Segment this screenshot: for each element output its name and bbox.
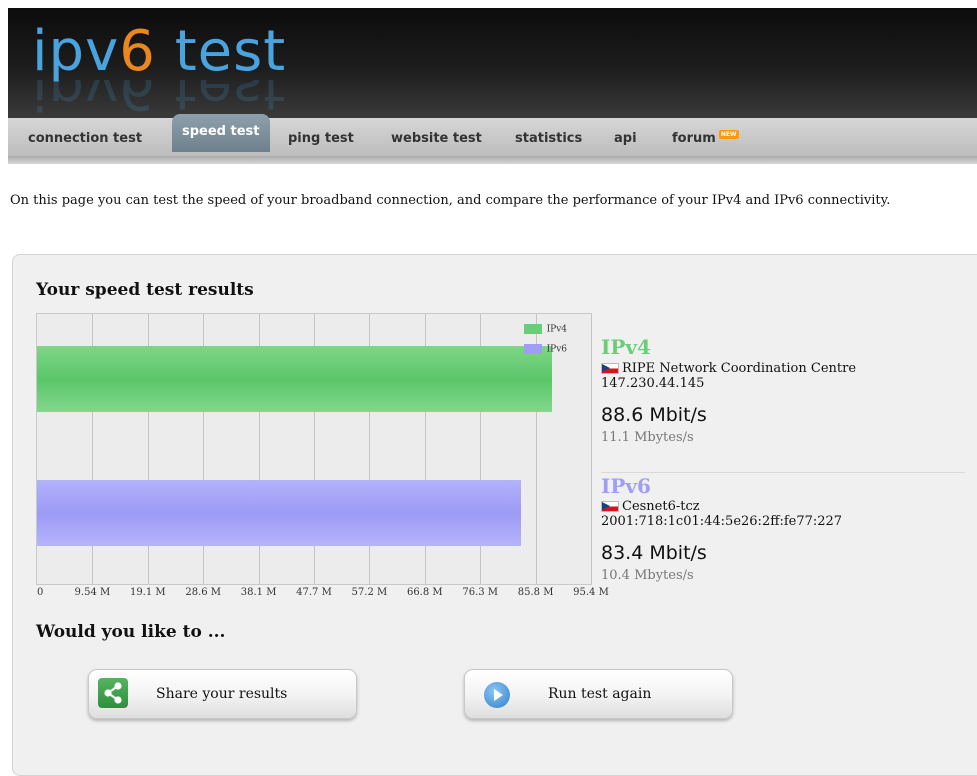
legend-swatch-ipv4 [523,324,542,334]
x-tick-label: 19.1 M [129,587,166,598]
ipv4-speed: 88.6 Mbit/s [601,404,707,426]
ipv4-provider: RIPE Network Coordination Centre [601,361,856,376]
bar-ipv4 [37,346,552,412]
nav-shadow [8,156,977,164]
site-logo[interactable]: ipv6 test [32,22,286,82]
legend-label-ipv6: IPv6 [546,344,567,355]
czech-flag-icon [601,501,619,512]
ipv6-bytes: 10.4 Mbytes/s [601,568,694,583]
x-tick-label: 47.7 M [296,587,332,598]
tab-forum[interactable]: forum NEW [672,118,739,156]
share-results-button[interactable]: Share your results [88,669,357,719]
tab-connection-test[interactable]: connection test [28,118,142,156]
x-tick-label: 85.8 M [517,587,554,598]
ipv4-provider-name: RIPE Network Coordination Centre [622,361,857,376]
new-badge: NEW [718,130,739,139]
share-button-label: Share your results [156,686,288,702]
legend-label-ipv4: IPv4 [546,324,567,335]
ipv6-provider-name: Cesnet6-tcz [622,499,700,514]
info-divider [601,472,965,473]
results-heading: Your speed test results [36,280,254,300]
x-tick-label: 9.54 M [74,587,111,598]
tab-website-test[interactable]: website test [391,118,482,156]
site-header: ipv6 test ipv6 test [8,8,977,118]
run-test-again-button[interactable]: Run test again [464,669,733,719]
tab-ping-test[interactable]: ping test [288,118,354,156]
ipv4-label: IPv4 [601,335,651,359]
tab-statistics[interactable]: statistics [515,118,582,156]
share-icon [98,678,128,708]
x-tick-label: 57.2 M [351,587,388,598]
bar-ipv6 [37,480,522,546]
actions-heading: Would you like to ... [36,622,226,642]
x-tick-label: 28.6 M [185,587,222,598]
logo-reflection: ipv6 test [32,80,287,118]
tab-speed-test[interactable]: speed test [172,114,270,152]
ipv6-provider: Cesnet6-tcz [601,499,700,514]
ipv4-bytes: 11.1 Mbytes/s [601,430,694,445]
intro-text: On this page you can test the speed of y… [10,193,891,208]
logo-text-6: 6 [119,19,156,84]
czech-flag-icon [601,363,619,374]
x-tick-label: 76.3 M [462,587,499,598]
play-icon [484,682,510,708]
speed-chart: IPv4 IPv6 [36,313,592,585]
ipv6-speed: 83.4 Mbit/s [601,542,707,564]
main-nav: connection test speed test ping test web… [8,114,977,157]
chart-gridline [591,314,592,584]
x-tick-label: 0 [37,587,44,598]
tab-api[interactable]: api [614,118,637,156]
ipv6-address: 2001:718:1c01:44:5e26:2ff:fe77:227 [601,514,843,529]
legend-ipv6: IPv6 [523,344,567,355]
ipv4-address: 147.230.44.145 [601,376,705,391]
ipv6-label: IPv6 [601,474,651,498]
x-tick-label: 66.8 M [406,587,443,598]
x-tick-label: 38.1 M [240,587,277,598]
legend-swatch-ipv6 [523,344,542,354]
run-button-label: Run test again [548,686,652,702]
logo-text-test: test [155,19,287,84]
tab-forum-label: forum [672,131,716,146]
logo-text-ipv: ipv [32,19,120,84]
legend-ipv4: IPv4 [523,324,567,335]
x-tick-label: 95.4 M [573,587,609,598]
